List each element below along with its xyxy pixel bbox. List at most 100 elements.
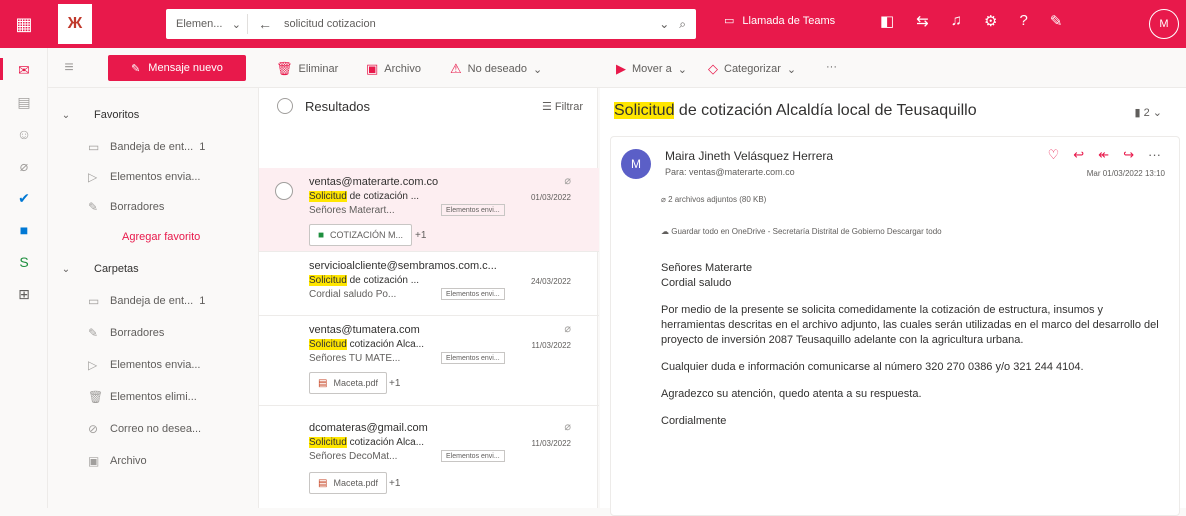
chevron-down-icon: ⌄ [786,63,797,76]
folders-header[interactable]: ⌄ Carpetas [48,256,256,282]
junk-button[interactable]: ⚠ No deseado ⌄ [450,61,542,77]
favorites-header[interactable]: ⌄ Favoritos [48,102,256,128]
user-avatar[interactable]: M [1149,9,1179,39]
search-scope-dropdown[interactable]: Elemen... ⌄ [166,14,248,34]
chevron-down-icon[interactable]: ⌄ [659,17,669,32]
nav-item-archive[interactable]: ▣ Archivo [48,448,256,474]
forward-icon[interactable]: ↪ [1123,147,1134,163]
search-input[interactable]: solicitud cotizacion [284,18,659,30]
more-actions-button[interactable]: ··· [826,61,837,73]
attachment-name: Maceta.pdf [333,378,378,388]
message-item[interactable]: servicioalcliente@sembramos.com.c... Sol… [259,252,599,316]
add-favorite-link[interactable]: Agregar favorito [48,224,256,250]
trash-icon: 🗑 [276,61,293,76]
apps-icon[interactable]: ⊞ [14,284,34,304]
thread-count[interactable]: ▮ 2 ⌄ [1134,106,1162,119]
new-message-button[interactable]: ✎ Mensaje nuevo [108,55,246,81]
message-subject: Solicitud cotización Alca... [309,437,424,448]
attachment-chip[interactable]: ■ COTIZACIÓN M... [309,224,413,246]
paperclip-icon: ⌀ [564,421,571,433]
sway-icon[interactable]: S [14,252,34,272]
folders-label: Carpetas [94,263,139,275]
message-subject: Solicitud de cotización ... [309,275,419,286]
move-to-button[interactable]: ▶ Mover a ⌄ [616,61,687,77]
back-arrow-icon[interactable]: ← [258,16,272,32]
nav-item-inbox[interactable]: ▭ Bandeja de ent... 1 [48,288,256,314]
nav-item-deleted[interactable]: 🗑 Elementos elimi... [48,384,256,410]
people-icon[interactable]: ☺ [14,124,34,144]
notifications-icon[interactable]: ♫ [951,12,962,30]
trash-icon: 🗑 [88,390,104,404]
greeting: Cordial saludo [661,277,732,289]
more-icon[interactable]: ··· [1148,147,1161,163]
reply-all-icon[interactable]: ↞ [1098,147,1109,163]
message-date: 24/03/2022 [530,277,571,286]
search-box[interactable]: Elemen... ⌄ ← solicitud cotizacion ⌄ ⌕ [166,9,696,39]
help-icon[interactable]: ? [1019,12,1027,30]
settings-icon[interactable]: ⚙ [984,12,997,30]
message-item[interactable]: ventas@materarte.com.co ⌀ Solicitud de c… [259,168,599,252]
message-preview: Señores DecoMat... [309,451,398,462]
nav-item-sent-favorite[interactable]: ▷ Elementos envia... [48,164,256,190]
reading-pane: Solicitud de cotización Alcaldía local d… [600,88,1186,516]
feedback-icon[interactable]: ✎ [1050,12,1063,30]
send-icon: ▷ [88,170,98,184]
todo-icon[interactable]: ✔ [14,188,34,208]
nav-item-label: Elementos envia... [110,359,201,371]
calendar-icon[interactable]: ▤ [14,92,34,112]
attachment-icon[interactable]: ⌀ [14,156,34,176]
office-icon[interactable]: ◧ [880,12,894,30]
attachment-chip[interactable]: ▤ Maceta.pdf [309,472,387,494]
sender-name[interactable]: Maira Jineth Velásquez Herrera [665,149,833,163]
mail-icon[interactable]: ✉ [14,60,34,80]
message-sender: servicioalcliente@sembramos.com.c... [309,260,497,272]
categorize-button[interactable]: ◇ Categorizar ⌄ [708,61,796,77]
chevron-down-icon: ⌄ [532,63,543,76]
search-icon[interactable]: ⌕ [679,17,686,32]
more-attachments-count: +1 [415,230,427,241]
sender-avatar: M [621,149,651,179]
reply-icon[interactable]: ↩ [1073,147,1084,163]
select-checkbox[interactable] [275,182,293,200]
search-highlight: Solicitud [309,437,347,448]
message-item[interactable]: dcomateras@gmail.com ⌀ Solicitud cotizac… [259,410,599,508]
filter-button[interactable]: ☰ Filtrar [542,100,583,113]
attachments-summary[interactable]: ⌀ 2 archivos adjuntos (80 KB) [661,195,766,204]
nav-item-label: Archivo [110,455,147,467]
menu-icon[interactable]: ≡ [54,59,84,77]
attachment-chip[interactable]: ▤ Maceta.pdf [309,372,387,394]
chevron-down-icon: ⌄ [231,18,241,31]
archive-button[interactable]: ▣ Archivo [366,61,421,77]
teams-app-icon[interactable]: ■ [14,220,34,240]
nav-item-drafts-favorite[interactable]: ✎ Borradores [48,194,256,220]
message-sender: ventas@tumatera.com [309,324,420,336]
folder-tag: Elementos envi... [441,450,505,462]
save-download-line[interactable]: ☁ Guardar todo en OneDrive - Secretaría … [661,227,942,236]
message-list: Resultados ☰ Filtrar ventas@materarte.co… [258,88,845,508]
chevron-down-icon: ⌄ [61,109,71,121]
salutation: Señores Materarte [661,262,753,274]
app-rail: ✉ ▤ ☺ ⌀ ✔ ■ S ⊞ [0,48,48,508]
app-launcher-icon[interactable]: ▦ [0,0,48,48]
delete-button[interactable]: 🗑 Eliminar [276,61,338,77]
nav-item-label: Elementos envia... [110,171,201,183]
nav-item-inbox-favorite[interactable]: ▭ Bandeja de ent... 1 [48,134,256,160]
message-sender: ventas@materarte.com.co [309,176,439,188]
like-icon[interactable]: ♡ [1048,147,1060,163]
nav-item-sent[interactable]: ▷ Elementos envia... [48,352,256,378]
video-call-icon: ▭ [724,15,735,27]
body-paragraph: Cualquier duda e información comunicarse… [661,361,1084,373]
sync-icon[interactable]: ⇆ [916,12,929,30]
nav-item-drafts[interactable]: ✎ Borradores [48,320,256,346]
filter-label: Filtrar [554,100,583,113]
body-paragraph: Señores Materarte Cordial saludo [661,261,1161,291]
nav-item-junk[interactable]: ⊘ Correo no desea... [48,416,256,442]
message-date: 01/03/2022 [530,193,571,202]
junk-icon: ⊘ [88,422,99,436]
search-highlight: Solicitud [614,102,675,119]
select-all-checkbox[interactable] [277,98,293,114]
body-paragraph: Agradezco su atención, quedo atenta a su… [661,388,922,400]
teams-call-button[interactable]: ▭ Llamada de Teams [724,14,835,28]
paperclip-icon: ⌀ [661,195,666,204]
message-item[interactable]: ventas@tumatera.com ⌀ Solicitud cotizaci… [259,316,599,406]
